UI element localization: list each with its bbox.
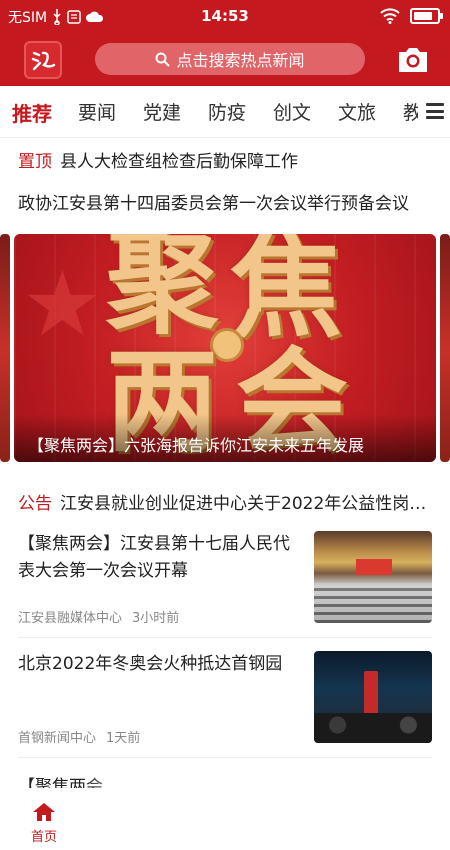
prev-slide-peek[interactable] (0, 234, 10, 462)
headline-title: 政协江安县第十四届委员会第一次会议举行预备会议 (18, 194, 409, 214)
search-icon (155, 52, 171, 67)
divider (18, 637, 432, 638)
tab-row: 推荐 要闻 党建 防疫 创文 文旅 教 (0, 86, 418, 138)
pinned-tag: 置顶 (18, 152, 52, 172)
article-card[interactable]: 【聚焦两会】江安县第十七届人民代表大会第一次会议开幕 江安县融媒体中心 3小时前 (18, 531, 432, 631)
banner-carousel[interactable]: ★ 聚 焦 两 会 【聚焦两会】六张海报告诉你江安未来五年发展 (0, 234, 450, 462)
app-logo-icon[interactable] (24, 41, 62, 79)
divider (18, 757, 432, 758)
star-decoration: ★ (22, 252, 103, 357)
article-card[interactable]: 北京2022年冬奥会火种抵达首钢园 首钢新闻中心 1天前 (18, 651, 432, 751)
banner-slide[interactable]: ★ 聚 焦 两 会 【聚焦两会】六张海报告诉你江安未来五年发展 (14, 234, 436, 462)
search-placeholder: 点击搜索热点新闻 (176, 51, 305, 70)
category-tabs: 推荐 要闻 党建 防疫 创文 文旅 教 (0, 86, 450, 138)
status-bar: 无SIM 14:53 (0, 0, 450, 34)
home-icon (33, 803, 55, 821)
announcement-tag: 公告 (18, 494, 52, 514)
bottom-nav: 首页 (0, 788, 450, 850)
pinned-title: 县人大检查组检查后勤保障工作 (60, 152, 298, 172)
camera-icon[interactable] (396, 43, 430, 75)
article-title: 【聚焦两会】江安县第十七届人民代表大会第一次会议开幕 (18, 534, 290, 581)
nav-home-label: 首页 (30, 830, 57, 845)
tab-epidemic[interactable]: 防疫 (208, 98, 246, 125)
pinned-news[interactable]: 置顶 县人大检查组检查后勤保障工作 (18, 147, 428, 172)
search-bar[interactable]: 点击搜索热点新闻 (95, 43, 365, 75)
menu-icon[interactable] (426, 103, 444, 119)
banner-caption: 【聚焦两会】六张海报告诉你江安未来五年发展 (14, 414, 436, 462)
assembly-hall-image (314, 531, 432, 623)
wifi-icon (380, 8, 400, 24)
tab-culture-tourism[interactable]: 文旅 (338, 98, 376, 125)
article-meta: 江安县融媒体中心 3小时前 (18, 607, 189, 626)
tab-party[interactable]: 党建 (143, 98, 181, 125)
article-source: 江安县融媒体中心 (18, 611, 123, 626)
tab-civilization[interactable]: 创文 (273, 98, 311, 125)
app-header: 点击搜索热点新闻 (0, 34, 450, 86)
announcement-news[interactable]: 公告江安县就业创业促进中心关于2022年公益性岗位招聘的公告 (18, 489, 428, 514)
article-source: 首钢新闻中心 (18, 731, 97, 746)
tab-education[interactable]: 教 (403, 98, 418, 125)
poster-char: 聚 (106, 234, 218, 349)
status-right (380, 8, 443, 24)
article-meta: 首钢新闻中心 1天前 (18, 727, 150, 746)
tab-recommend[interactable]: 推荐 (12, 98, 52, 127)
battery-icon (410, 8, 443, 24)
torch-ceremony-image (314, 651, 432, 743)
headline-news[interactable]: 政协江安县第十四届委员会第一次会议举行预备会议 (18, 189, 428, 214)
next-slide-peek[interactable] (440, 234, 450, 462)
tab-news[interactable]: 要闻 (78, 98, 116, 125)
nav-home[interactable]: 首页 (22, 802, 66, 845)
poster-char: 焦 (230, 234, 342, 353)
article-title: 北京2022年冬奥会火种抵达首钢园 (18, 654, 283, 674)
announcement-title: 江安县就业创业促进中心关于2022年公益性岗位招聘的公告 (60, 494, 428, 514)
article-time: 1天前 (106, 731, 141, 746)
article-time: 3小时前 (132, 611, 180, 626)
